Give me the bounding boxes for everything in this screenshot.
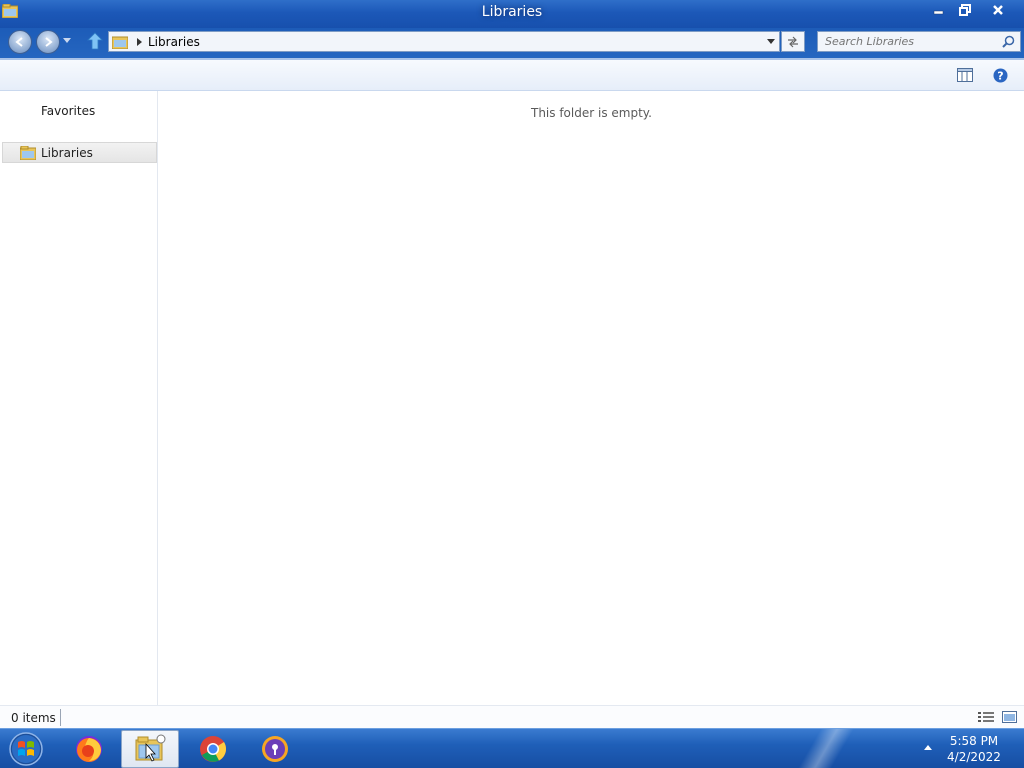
arrow-right-icon — [45, 37, 53, 47]
large-icons-view-icon[interactable] — [1002, 711, 1017, 723]
nav-item-libraries[interactable]: Libraries — [2, 142, 157, 163]
libraries-folder-icon — [20, 145, 36, 160]
item-count: 0 items — [11, 711, 56, 725]
up-arrow-icon[interactable] — [87, 32, 103, 50]
favorites-label[interactable]: Favorites — [41, 104, 95, 118]
arrow-left-icon — [15, 37, 23, 47]
refresh-icon — [788, 36, 798, 47]
command-bar: ? — [0, 58, 1024, 91]
help-icon[interactable]: ? — [993, 68, 1008, 83]
start-button[interactable] — [6, 731, 46, 767]
close-icon — [993, 5, 1003, 15]
navigation-bar: Libraries — [0, 28, 1024, 58]
taskbar-vpn[interactable] — [246, 730, 304, 768]
search-input[interactable] — [818, 35, 998, 48]
taskbar-explorer[interactable] — [121, 730, 179, 768]
navigation-pane: Favorites Libraries — [0, 91, 158, 705]
chrome-icon — [200, 736, 227, 762]
address-bar[interactable]: Libraries — [108, 31, 780, 52]
restore-button[interactable] — [952, 0, 978, 20]
close-button[interactable] — [978, 0, 1018, 20]
explorer-icon — [135, 734, 166, 762]
minimize-icon — [933, 10, 944, 15]
back-button[interactable] — [8, 30, 32, 54]
breadcrumb-libraries[interactable]: Libraries — [148, 35, 200, 49]
chevron-down-icon[interactable] — [767, 39, 775, 44]
refresh-button[interactable] — [781, 31, 805, 52]
forward-button[interactable] — [36, 30, 60, 54]
restore-icon — [959, 4, 971, 16]
clock-date: 4/2/2022 — [947, 750, 1001, 764]
clock-time: 5:58 PM — [949, 734, 999, 748]
show-hidden-icons-icon[interactable] — [924, 745, 932, 750]
taskbar-chrome[interactable] — [184, 730, 242, 768]
status-divider — [60, 709, 61, 726]
taskbar: 5:58 PM 4/2/2022 — [0, 728, 1024, 768]
taskbar-firefox[interactable] — [60, 730, 118, 768]
window-title: Libraries — [481, 4, 543, 20]
empty-folder-message: This folder is empty. — [531, 106, 652, 120]
file-list-area[interactable]: This folder is empty. — [159, 91, 1024, 705]
taskbar-glow — [760, 729, 880, 768]
libraries-folder-icon — [112, 36, 128, 49]
minimize-button[interactable] — [926, 0, 952, 20]
chevron-right-icon[interactable] — [137, 37, 142, 46]
preview-pane-icon[interactable] — [957, 68, 973, 82]
recent-pages-dropdown-icon[interactable] — [63, 38, 71, 44]
system-clock[interactable]: 5:58 PM 4/2/2022 — [944, 733, 1004, 765]
nav-item-label: Libraries — [41, 145, 93, 160]
details-view-icon[interactable] — [978, 711, 994, 723]
search-icon[interactable] — [1002, 35, 1015, 48]
status-bar: 0 items — [0, 705, 1024, 728]
vpn-shield-icon — [262, 736, 288, 762]
title-bar[interactable]: Libraries — [0, 0, 1024, 28]
firefox-icon — [76, 736, 102, 762]
search-box[interactable] — [817, 31, 1021, 52]
svg-text:?: ? — [997, 70, 1003, 83]
caption-buttons — [926, 0, 1018, 20]
